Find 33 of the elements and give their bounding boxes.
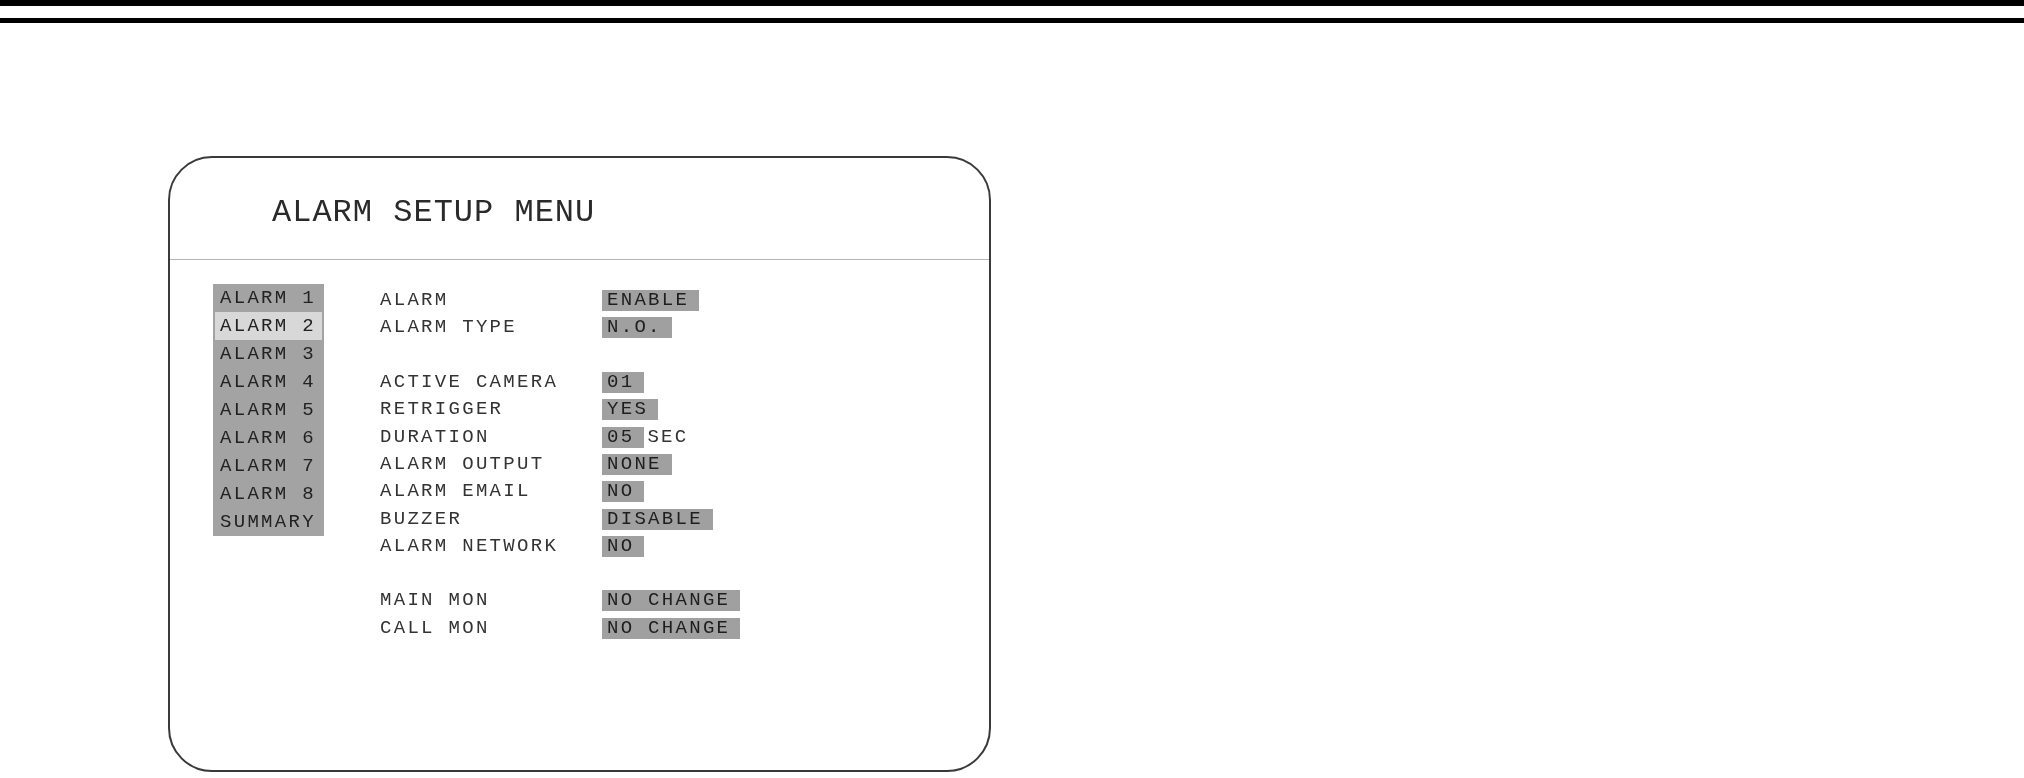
alarm-list-item[interactable]: ALARM 8 xyxy=(215,480,322,508)
setting-value-field[interactable]: N.O. xyxy=(602,317,672,339)
setting-label: ALARM TYPE xyxy=(380,318,519,338)
setting-label: ALARM OUTPUT xyxy=(380,454,546,474)
alarm-list-item[interactable]: ALARM 3 xyxy=(215,340,322,368)
setting-label: ALARM xyxy=(380,291,450,311)
setting-value-field[interactable]: 05 xyxy=(602,426,645,448)
alarm-list-item[interactable]: ALARM 5 xyxy=(215,396,322,424)
setting-label: CALL MON xyxy=(380,618,491,638)
setting-value-field[interactable]: ENABLE xyxy=(602,290,700,312)
setting-label: RETRIGGER xyxy=(380,400,505,420)
setting-value-field[interactable]: NO xyxy=(602,535,645,557)
setting-value-field[interactable]: NONE xyxy=(602,453,672,475)
setting-value-field[interactable]: YES xyxy=(602,399,659,421)
alarm-list-item[interactable]: SUMMARY xyxy=(215,508,322,536)
setting-label: DURATION xyxy=(380,427,491,447)
alarm-list-item[interactable]: ALARM 1 xyxy=(215,284,322,312)
alarm-list-item[interactable]: ALARM 6 xyxy=(215,424,322,452)
alarm-list-item[interactable]: ALARM 4 xyxy=(215,368,322,396)
setting-value-field[interactable]: 01 xyxy=(602,372,645,394)
setting-value-field[interactable]: DISABLE xyxy=(602,508,713,530)
menu-title: ALARM SETUP MENU xyxy=(272,196,596,229)
unit-label: SEC xyxy=(647,427,689,447)
alarm-list-item[interactable]: ALARM 7 xyxy=(215,452,322,480)
setting-value-field[interactable]: NO CHANGE xyxy=(602,617,741,639)
setting-label: ALARM EMAIL xyxy=(380,482,532,502)
alarm-list-item[interactable]: ALARM 2 xyxy=(215,312,322,340)
setting-label: ALARM NETWORK xyxy=(380,536,560,556)
setting-value-field[interactable]: NO CHANGE xyxy=(602,590,741,612)
setting-value-field[interactable]: NO xyxy=(602,481,645,503)
setting-label: BUZZER xyxy=(380,509,464,529)
setting-label: ACTIVE CAMERA xyxy=(380,373,560,393)
setting-label: MAIN MON xyxy=(380,591,491,611)
